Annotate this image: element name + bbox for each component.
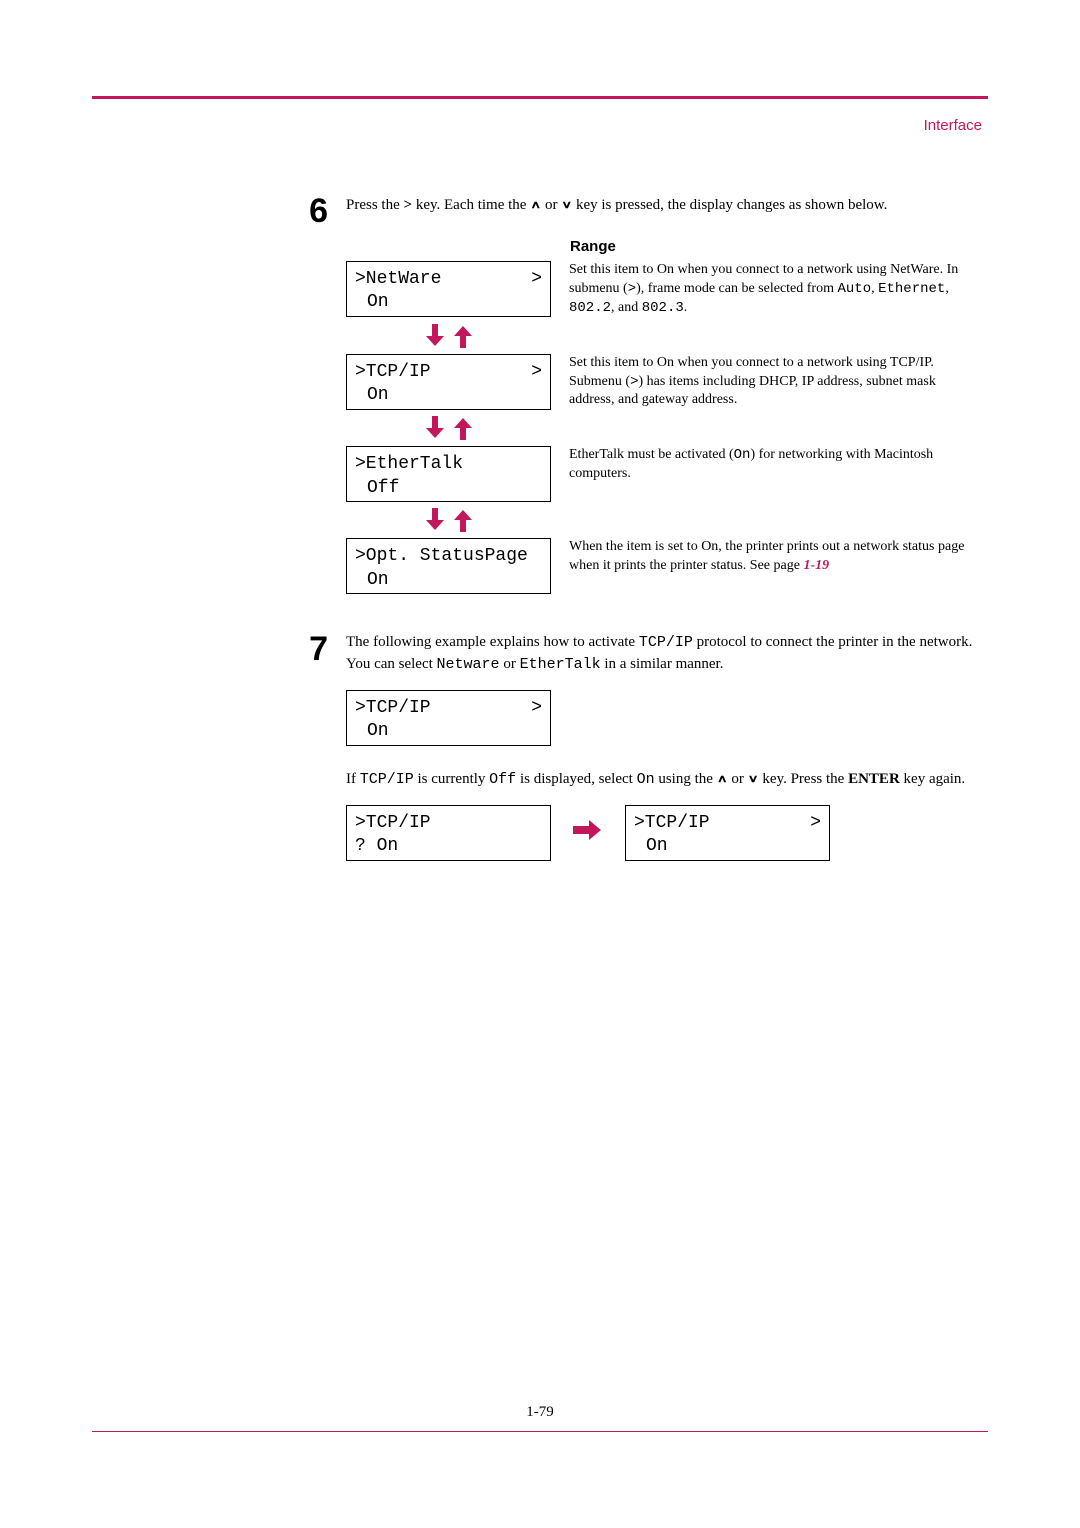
step-body: Press the > key. Each time the ∧ or ∨ ke… bbox=[346, 194, 974, 217]
lcd-line2: ? On bbox=[355, 835, 542, 858]
lcd-line1: >TCP/IP bbox=[634, 812, 710, 835]
menu-row-netware: >NetWare > On Set this item to On when yo… bbox=[346, 261, 974, 318]
text: , bbox=[945, 281, 949, 296]
lcd-line2: On bbox=[355, 569, 542, 592]
text: key. Press the bbox=[759, 771, 848, 787]
lcd-line2: On bbox=[355, 384, 542, 407]
text: The following example explains how to ac… bbox=[346, 634, 639, 650]
up-key-icon: ∧ bbox=[530, 197, 541, 212]
text: EtherTalk must be activated ( bbox=[569, 447, 734, 462]
code: EtherTalk bbox=[520, 656, 601, 673]
lcd-submenu-indicator: > bbox=[531, 361, 542, 384]
lcd-line2: On bbox=[634, 835, 821, 858]
text: , and bbox=[611, 300, 642, 315]
text: . bbox=[684, 300, 688, 315]
range-heading: Range bbox=[570, 238, 974, 255]
code: 802.2 bbox=[569, 300, 611, 316]
page-frame: Interface 6 Press the > key. Each time t… bbox=[92, 96, 988, 1432]
lcd-display: >TCP/IP > On bbox=[625, 805, 830, 861]
key-gt: > bbox=[404, 197, 413, 213]
text: When the item is set to On, the printer … bbox=[569, 539, 964, 573]
code: Auto bbox=[837, 281, 871, 297]
text: key is pressed, the display changes as s… bbox=[572, 197, 887, 213]
code: On bbox=[637, 771, 655, 788]
description: Set this item to On when you connect to … bbox=[569, 354, 974, 411]
code: Off bbox=[489, 771, 516, 788]
lcd-display: >EtherTalk Off bbox=[346, 446, 551, 502]
code: TCP/IP bbox=[360, 771, 414, 788]
lcd-submenu-indicator: > bbox=[531, 697, 542, 720]
lcd-submenu-indicator: > bbox=[531, 268, 542, 291]
down-up-arrow-icon bbox=[346, 508, 551, 532]
lcd-line1: >NetWare bbox=[355, 268, 441, 291]
code: Ethernet bbox=[878, 281, 945, 297]
down-up-arrow-icon bbox=[346, 416, 551, 440]
page-number: 1-79 bbox=[92, 1404, 988, 1421]
text: key again. bbox=[900, 771, 965, 787]
code: 802.3 bbox=[642, 300, 684, 316]
text: If bbox=[346, 771, 360, 787]
lcd-line2: Off bbox=[355, 477, 542, 500]
example-row-2: >TCP/IP ? On >TCP/IP > On bbox=[346, 805, 974, 861]
lcd-display: >NetWare > On bbox=[346, 261, 551, 317]
menu-row-ethertalk: >EtherTalk Off EtherTalk must be activat… bbox=[346, 446, 974, 502]
text: or bbox=[541, 197, 561, 213]
lcd-line1: >Opt. StatusPage bbox=[355, 545, 528, 568]
step-7: 7 The following example explains how to … bbox=[304, 632, 974, 676]
text: or bbox=[728, 771, 748, 787]
menu-row-statuspage: >Opt. StatusPage On When the item is set… bbox=[346, 538, 974, 594]
description: EtherTalk must be activated (On) for net… bbox=[569, 446, 974, 484]
text: is displayed, select bbox=[516, 771, 636, 787]
code: TCP/IP bbox=[639, 634, 693, 651]
code: > bbox=[628, 281, 636, 297]
up-key-icon: ∧ bbox=[717, 771, 728, 786]
text: ), frame mode can be selected from bbox=[636, 281, 837, 296]
lcd-line1: >EtherTalk bbox=[355, 453, 463, 476]
lcd-display: >TCP/IP > On bbox=[346, 690, 551, 746]
lcd-line1: >TCP/IP bbox=[355, 697, 431, 720]
step7-para2: If TCP/IP is currently Off is displayed,… bbox=[346, 768, 974, 791]
code: Netware bbox=[437, 656, 500, 673]
description: Set this item to On when you connect to … bbox=[569, 261, 974, 318]
step-number: 7 bbox=[304, 632, 328, 666]
lcd-line2: On bbox=[355, 291, 542, 314]
lcd-line1: >TCP/IP bbox=[355, 812, 431, 835]
code: On bbox=[734, 447, 751, 463]
step-6: 6 Press the > key. Each time the ∧ or ∨ … bbox=[304, 194, 974, 228]
step-body: The following example explains how to ac… bbox=[346, 632, 974, 676]
lcd-line2: On bbox=[355, 720, 542, 743]
right-arrow-icon bbox=[573, 820, 603, 845]
lcd-display: >TCP/IP > On bbox=[346, 354, 551, 410]
down-key-icon: ∨ bbox=[748, 771, 759, 786]
down-key-icon: ∨ bbox=[561, 197, 572, 212]
text: Press the bbox=[346, 197, 404, 213]
enter-key: ENTER bbox=[848, 771, 900, 787]
menu-row-tcpip: >TCP/IP > On Set this item to On when you… bbox=[346, 354, 974, 411]
step-number: 6 bbox=[304, 194, 328, 228]
content-area: 6 Press the > key. Each time the ∧ or ∨ … bbox=[304, 194, 974, 861]
description: When the item is set to On, the printer … bbox=[569, 538, 974, 576]
lcd-submenu-indicator: > bbox=[810, 812, 821, 835]
down-up-arrow-icon bbox=[346, 324, 551, 348]
text: in a similar manner. bbox=[601, 656, 724, 672]
text: key. Each time the bbox=[412, 197, 530, 213]
lcd-display: >TCP/IP ? On bbox=[346, 805, 551, 861]
text: is currently bbox=[414, 771, 489, 787]
page-reference-link[interactable]: 1-19 bbox=[803, 558, 829, 573]
text: using the bbox=[655, 771, 717, 787]
lcd-display: >Opt. StatusPage On bbox=[346, 538, 551, 594]
lcd-line1: >TCP/IP bbox=[355, 361, 431, 384]
example-row-1: >TCP/IP > On bbox=[346, 690, 974, 746]
section-header: Interface bbox=[92, 117, 988, 134]
text: or bbox=[500, 656, 520, 672]
